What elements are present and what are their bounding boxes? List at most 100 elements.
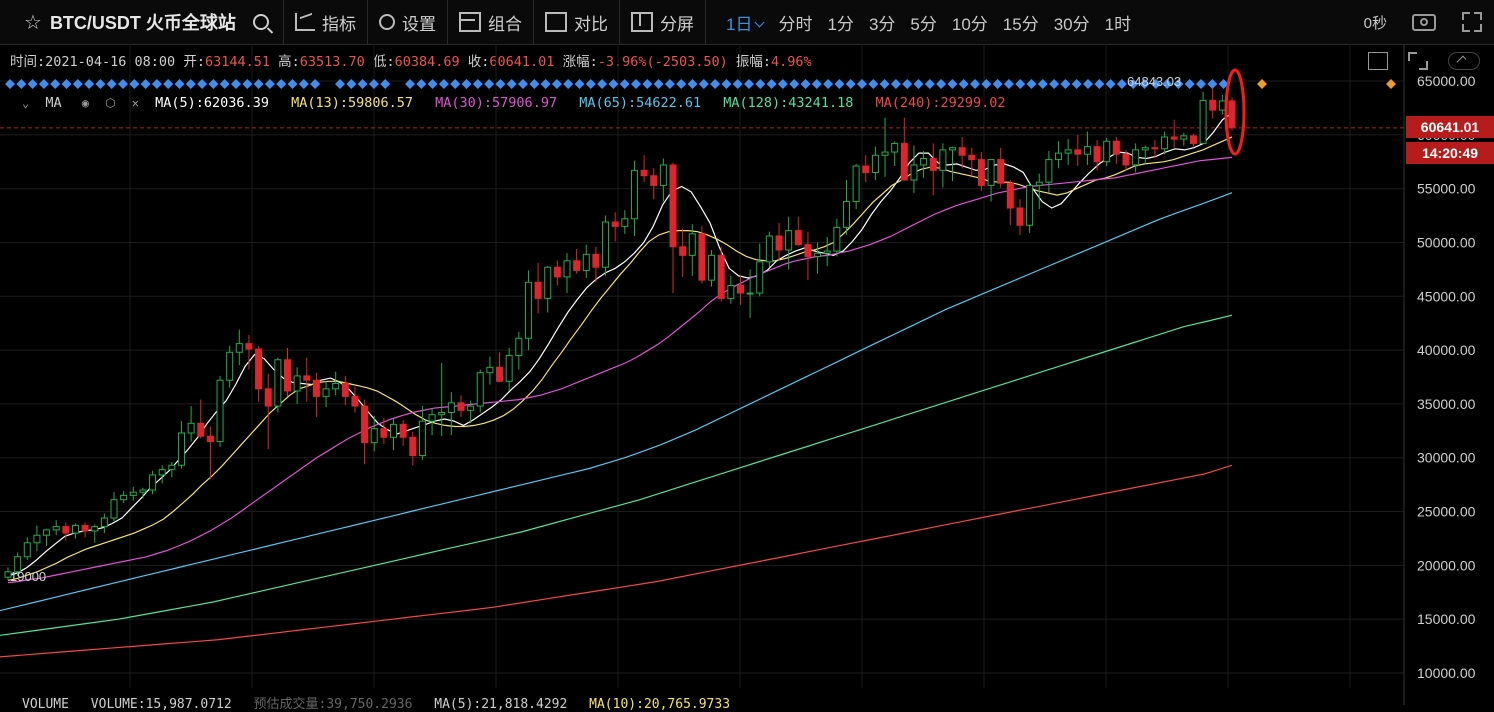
candle-body — [52, 526, 60, 531]
candle-body — [785, 230, 793, 251]
candle-body — [418, 420, 426, 457]
candle-body — [177, 432, 185, 466]
candle-body — [900, 142, 908, 181]
candle-body — [235, 343, 243, 353]
ma-line-ma128 — [0, 314, 1233, 636]
candle-body — [669, 164, 677, 248]
ma65-value: MA(65):54622.61 — [579, 95, 702, 111]
candle-body — [438, 412, 446, 416]
candle-body — [929, 157, 937, 171]
ma-title: MA — [45, 95, 62, 111]
candle-body — [1218, 100, 1226, 111]
ma30-value: MA(30):57906.97 — [435, 95, 558, 111]
price-tick-label: 65000.00 — [1417, 73, 1476, 89]
price-tick-label: 20000.00 — [1417, 557, 1476, 573]
candle-body — [1122, 153, 1130, 166]
candle-body — [524, 281, 532, 339]
candle-body — [409, 436, 417, 457]
candle-body — [939, 149, 947, 171]
candle-body — [447, 402, 455, 414]
price-tick-label: 45000.00 — [1417, 288, 1476, 304]
candle-body — [139, 489, 147, 493]
candle-body — [351, 395, 359, 407]
candle-body — [611, 221, 619, 227]
candle-body — [1170, 136, 1178, 140]
candle-body — [602, 221, 610, 268]
candle-body — [727, 285, 735, 299]
candle-body — [592, 253, 600, 268]
price-tick-label: 25000.00 — [1417, 504, 1476, 520]
candle-body — [457, 402, 465, 411]
price-tick-label: 15000.00 — [1417, 611, 1476, 627]
candle-body — [33, 534, 41, 544]
settings-small-icon[interactable]: ⬡ — [105, 96, 115, 110]
ma128-value: MA(128):43241.18 — [723, 95, 854, 111]
price-tick-label: 35000.00 — [1417, 396, 1476, 412]
candle-body — [1141, 147, 1149, 151]
candle-body — [794, 230, 802, 246]
ma-line-ma13 — [7, 136, 1233, 581]
candle-body — [283, 359, 291, 392]
candle-body — [1035, 181, 1043, 186]
price-tick-label: 10000.00 — [1417, 665, 1476, 681]
current-price-tag: 60641.01 — [1406, 116, 1494, 138]
price-tick-label: 50000.00 — [1417, 234, 1476, 250]
candle-body — [293, 375, 301, 392]
candle-body — [1074, 149, 1082, 155]
candle-body — [197, 422, 205, 437]
candle-body — [505, 354, 513, 382]
candle-body — [1016, 207, 1024, 226]
price-tick-label: 55000.00 — [1417, 181, 1476, 197]
candle-body — [1228, 100, 1236, 129]
candle-body — [1199, 99, 1207, 144]
collapse-arrow-icon[interactable]: ⌄ — [22, 96, 29, 110]
candle-body — [23, 542, 31, 558]
candle-body — [91, 526, 99, 532]
candle-body — [486, 366, 494, 374]
candle-body — [997, 159, 1005, 184]
candle-body — [756, 261, 764, 294]
candle-body — [1180, 135, 1188, 140]
candle-body — [303, 375, 311, 381]
candle-body — [1103, 140, 1111, 163]
candle-body — [833, 226, 841, 252]
candle-body — [968, 154, 976, 161]
candle-body — [264, 388, 272, 407]
candle-body — [274, 359, 282, 407]
price-tick-label: 30000.00 — [1417, 450, 1476, 466]
candle-body — [380, 428, 388, 438]
moving-average-lines — [0, 112, 1233, 658]
candle-body — [573, 260, 581, 271]
candle-body — [515, 337, 523, 356]
candle-body — [650, 175, 658, 186]
candle-body — [1064, 149, 1072, 154]
candle-body — [804, 244, 812, 257]
candle-body — [775, 235, 783, 251]
candle-body — [688, 233, 696, 256]
candle-body — [958, 147, 966, 156]
candle-body — [553, 266, 561, 278]
candle-body — [332, 382, 340, 390]
ma-line-ma65 — [0, 192, 1233, 612]
candle-body — [361, 405, 369, 444]
candle-body — [1006, 182, 1014, 209]
candle-body — [216, 379, 224, 443]
eye-icon[interactable]: ◉ — [82, 96, 89, 110]
candle-body — [949, 147, 957, 151]
candle-body — [987, 159, 995, 186]
candle-body — [630, 169, 638, 220]
candle-body — [659, 164, 667, 186]
candle-countdown-tag: 14:20:49 — [1406, 142, 1494, 164]
candle-body — [168, 464, 176, 471]
candle-body — [823, 250, 831, 254]
close-icon[interactable]: ✕ — [132, 96, 139, 110]
candle-body — [312, 379, 320, 397]
candle-body — [390, 423, 398, 438]
candle-body — [910, 164, 918, 181]
candle-body — [920, 157, 928, 166]
candle-body — [120, 494, 128, 501]
candle-body — [1151, 147, 1159, 150]
candle-body — [496, 366, 504, 382]
candles — [4, 87, 1236, 581]
candle-body — [977, 159, 985, 186]
